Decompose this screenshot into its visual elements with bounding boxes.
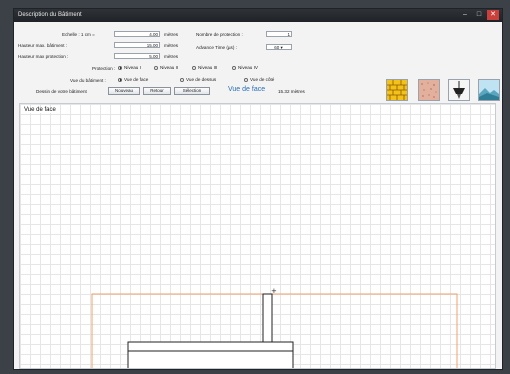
advance-time-value: 60 — [274, 45, 280, 50]
protection-label: Protection : — [92, 66, 116, 71]
protection-option-3[interactable]: Niveau III — [192, 65, 217, 70]
minimize-button[interactable]: – — [459, 10, 471, 20]
lightning-rod-tip-icon: + — [271, 287, 277, 295]
hauteur-protection-unit: mètres — [164, 54, 179, 59]
brick-wall-tool[interactable] — [386, 79, 408, 101]
window-controls: – □ ✕ — [459, 10, 499, 20]
echelle-input[interactable]: 4.00 — [114, 31, 160, 37]
nombre-protection-input[interactable]: 1 — [266, 31, 292, 37]
stone-texture-icon — [419, 80, 439, 100]
vue-option-cote[interactable]: Vue de côté — [244, 77, 274, 82]
lightning-rod-icon — [453, 81, 465, 99]
window-title: Description du Bâtiment — [18, 12, 82, 18]
lightning-rod-mast — [262, 293, 273, 345]
close-button[interactable]: ✕ — [487, 10, 499, 20]
drawing-canvas[interactable]: Vue de face + — [19, 103, 496, 369]
retour-button[interactable]: Retour — [143, 87, 171, 95]
coordinates-readout: 15.32 mètres — [278, 89, 305, 94]
nouveau-button[interactable]: Nouveau — [108, 87, 140, 95]
radio-icon — [244, 77, 248, 82]
vue-label: Vue du bâtiment : — [70, 78, 106, 83]
radio-selected-icon — [118, 65, 122, 70]
hauteur-batiment-unit: mètres — [164, 43, 179, 48]
hauteur-batiment-input[interactable]: 15.00 — [114, 42, 160, 48]
advance-time-label: Advance Time (µs) : — [196, 45, 237, 50]
hauteur-protection-input[interactable]: 5.00 — [114, 53, 160, 59]
echelle-label: Echelle : 1 cm = — [62, 32, 95, 37]
radio-icon — [180, 77, 184, 82]
landscape-icon — [479, 80, 499, 100]
hauteur-batiment-label: Hauteur max. bâtiment : — [18, 43, 68, 48]
brick-wall-icon — [387, 80, 407, 100]
radio-icon — [232, 65, 236, 70]
building-body — [127, 350, 294, 368]
protection-option-1[interactable]: Niveau I — [118, 65, 141, 70]
app-window: Description du Bâtiment – □ ✕ Echelle : … — [13, 8, 503, 370]
vue-option-dessus[interactable]: Vue de dessus — [180, 77, 216, 82]
protection-option-2[interactable]: Niveau II — [154, 65, 178, 70]
radio-selected-icon — [118, 77, 122, 82]
building-drawing: + — [91, 287, 458, 368]
lightning-rod-tool[interactable] — [448, 79, 470, 101]
chevron-down-icon: ▾ — [280, 45, 283, 50]
dessin-label: Dessin de votre bâtiment — [36, 89, 87, 94]
current-view-title: Vue de face — [228, 86, 266, 93]
radio-icon — [192, 65, 196, 70]
nombre-protection-label: Nombre de protection : — [196, 32, 243, 37]
stone-texture-tool[interactable] — [418, 79, 440, 101]
radio-icon — [154, 65, 158, 70]
parameters-panel: Echelle : 1 cm = 4.00 mètres Hauteur max… — [14, 22, 502, 103]
landscape-tool[interactable] — [478, 79, 500, 101]
maximize-button[interactable]: □ — [473, 10, 485, 20]
echelle-unit: mètres — [164, 32, 179, 37]
selection-button[interactable]: Sélection — [174, 87, 210, 95]
advance-time-select[interactable]: 60 ▾ — [266, 44, 292, 50]
building-roof — [127, 341, 294, 352]
protection-option-4[interactable]: Niveau IV — [232, 65, 258, 70]
vue-option-face[interactable]: Vue de face — [118, 77, 148, 82]
title-bar: Description du Bâtiment – □ ✕ — [14, 9, 502, 22]
hauteur-protection-label: Hauteur max protection : — [18, 54, 69, 59]
